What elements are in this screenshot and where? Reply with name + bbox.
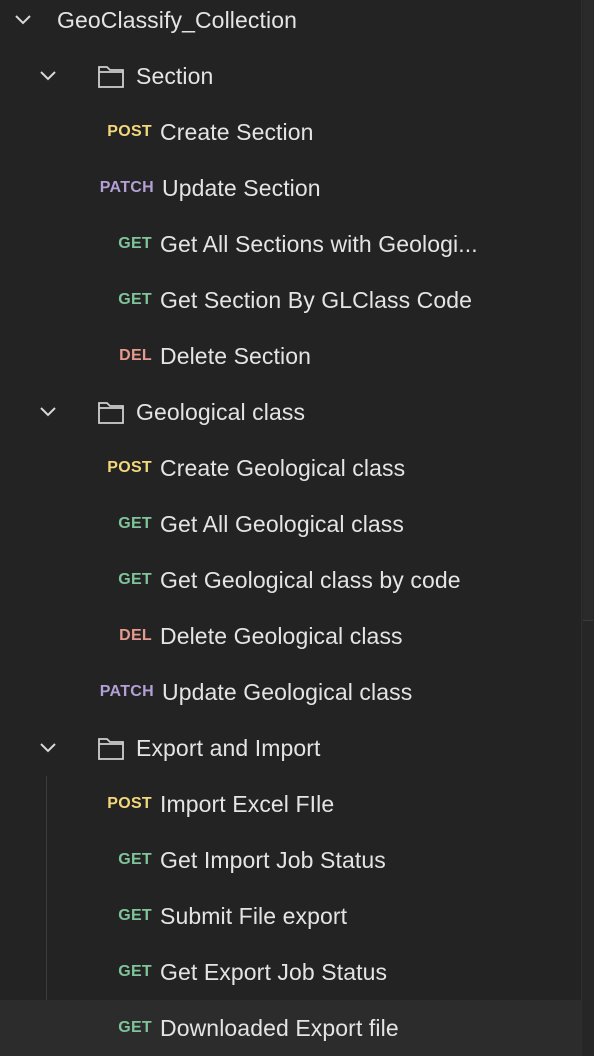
- request-row[interactable]: POST Import Excel FIle: [0, 776, 581, 832]
- chevron-down-icon[interactable]: [37, 737, 59, 759]
- folder-icon: [97, 735, 125, 761]
- request-row[interactable]: GET Get Section By GLClass Code: [0, 272, 581, 328]
- folder-row-export-and-import[interactable]: Export and Import: [0, 720, 581, 776]
- request-name: Get Export Job Status: [160, 958, 388, 985]
- method-badge: GET: [118, 1019, 152, 1036]
- request-row[interactable]: DEL Delete Geological class: [0, 608, 581, 664]
- folder-name: Section: [136, 62, 214, 89]
- request-name: Downloaded Export file: [160, 1014, 399, 1041]
- request-row[interactable]: PATCH Update Geological class: [0, 664, 581, 720]
- chevron-down-icon[interactable]: [37, 401, 59, 423]
- request-row[interactable]: POST Create Section: [0, 104, 581, 160]
- request-row[interactable]: GET Submit File export: [0, 888, 581, 944]
- request-name: Delete Section: [160, 342, 311, 369]
- method-badge: DEL: [119, 627, 152, 644]
- collection-name: GeoClassify_Collection: [57, 6, 297, 33]
- method-badge: PATCH: [99, 683, 154, 700]
- folder-name: Geological class: [136, 398, 306, 425]
- request-row[interactable]: PATCH Update Section: [0, 160, 581, 216]
- folder-row-section[interactable]: Section: [0, 48, 581, 104]
- collections-sidebar: GeoClassify_Collection Section POST Crea…: [0, 0, 582, 1056]
- request-row[interactable]: GET Get Export Job Status: [0, 944, 581, 1000]
- request-row[interactable]: GET Get Geological class by code: [0, 552, 581, 608]
- chevron-down-icon[interactable]: [37, 65, 59, 87]
- request-name: Create Section: [160, 118, 314, 145]
- method-badge: GET: [118, 571, 152, 588]
- method-badge: POST: [107, 123, 152, 140]
- request-row[interactable]: GET Get All Sections with Geologi...: [0, 216, 581, 272]
- request-name: Import Excel FIle: [160, 790, 335, 817]
- method-badge: POST: [107, 459, 152, 476]
- request-name: Update Geological class: [162, 678, 413, 705]
- method-badge: POST: [107, 795, 152, 812]
- folder-name: Export and Import: [136, 734, 321, 761]
- request-row[interactable]: GET Get Import Job Status: [0, 832, 581, 888]
- method-badge: DEL: [119, 347, 152, 364]
- request-name: Get Import Job Status: [160, 846, 386, 873]
- method-badge: GET: [118, 963, 152, 980]
- request-row[interactable]: DEL Delete Section: [0, 328, 581, 384]
- request-name: Get Geological class by code: [160, 566, 461, 593]
- collection-row[interactable]: GeoClassify_Collection: [0, 0, 581, 48]
- request-row-selected[interactable]: GET Downloaded Export file: [0, 1000, 581, 1056]
- method-badge: GET: [118, 851, 152, 868]
- method-badge: GET: [118, 515, 152, 532]
- request-name: Get All Geological class: [160, 510, 405, 537]
- request-name: Delete Geological class: [160, 622, 403, 649]
- request-name: Update Section: [162, 174, 321, 201]
- chevron-down-icon[interactable]: [12, 9, 34, 31]
- request-row[interactable]: GET Get All Geological class: [0, 496, 581, 552]
- method-badge: GET: [118, 907, 152, 924]
- folder-row-geological-class[interactable]: Geological class: [0, 384, 581, 440]
- folder-icon: [97, 399, 125, 425]
- request-row[interactable]: POST Create Geological class: [0, 440, 581, 496]
- method-badge: GET: [118, 291, 152, 308]
- request-name: Create Geological class: [160, 454, 406, 481]
- request-name: Submit File export: [160, 902, 348, 929]
- request-name: Get Section By GLClass Code: [160, 286, 473, 313]
- method-badge: PATCH: [99, 179, 154, 196]
- scrollbar-thumb[interactable]: [583, 0, 593, 621]
- folder-icon: [97, 63, 125, 89]
- method-badge: GET: [118, 235, 152, 252]
- request-name: Get All Sections with Geologi...: [160, 230, 478, 257]
